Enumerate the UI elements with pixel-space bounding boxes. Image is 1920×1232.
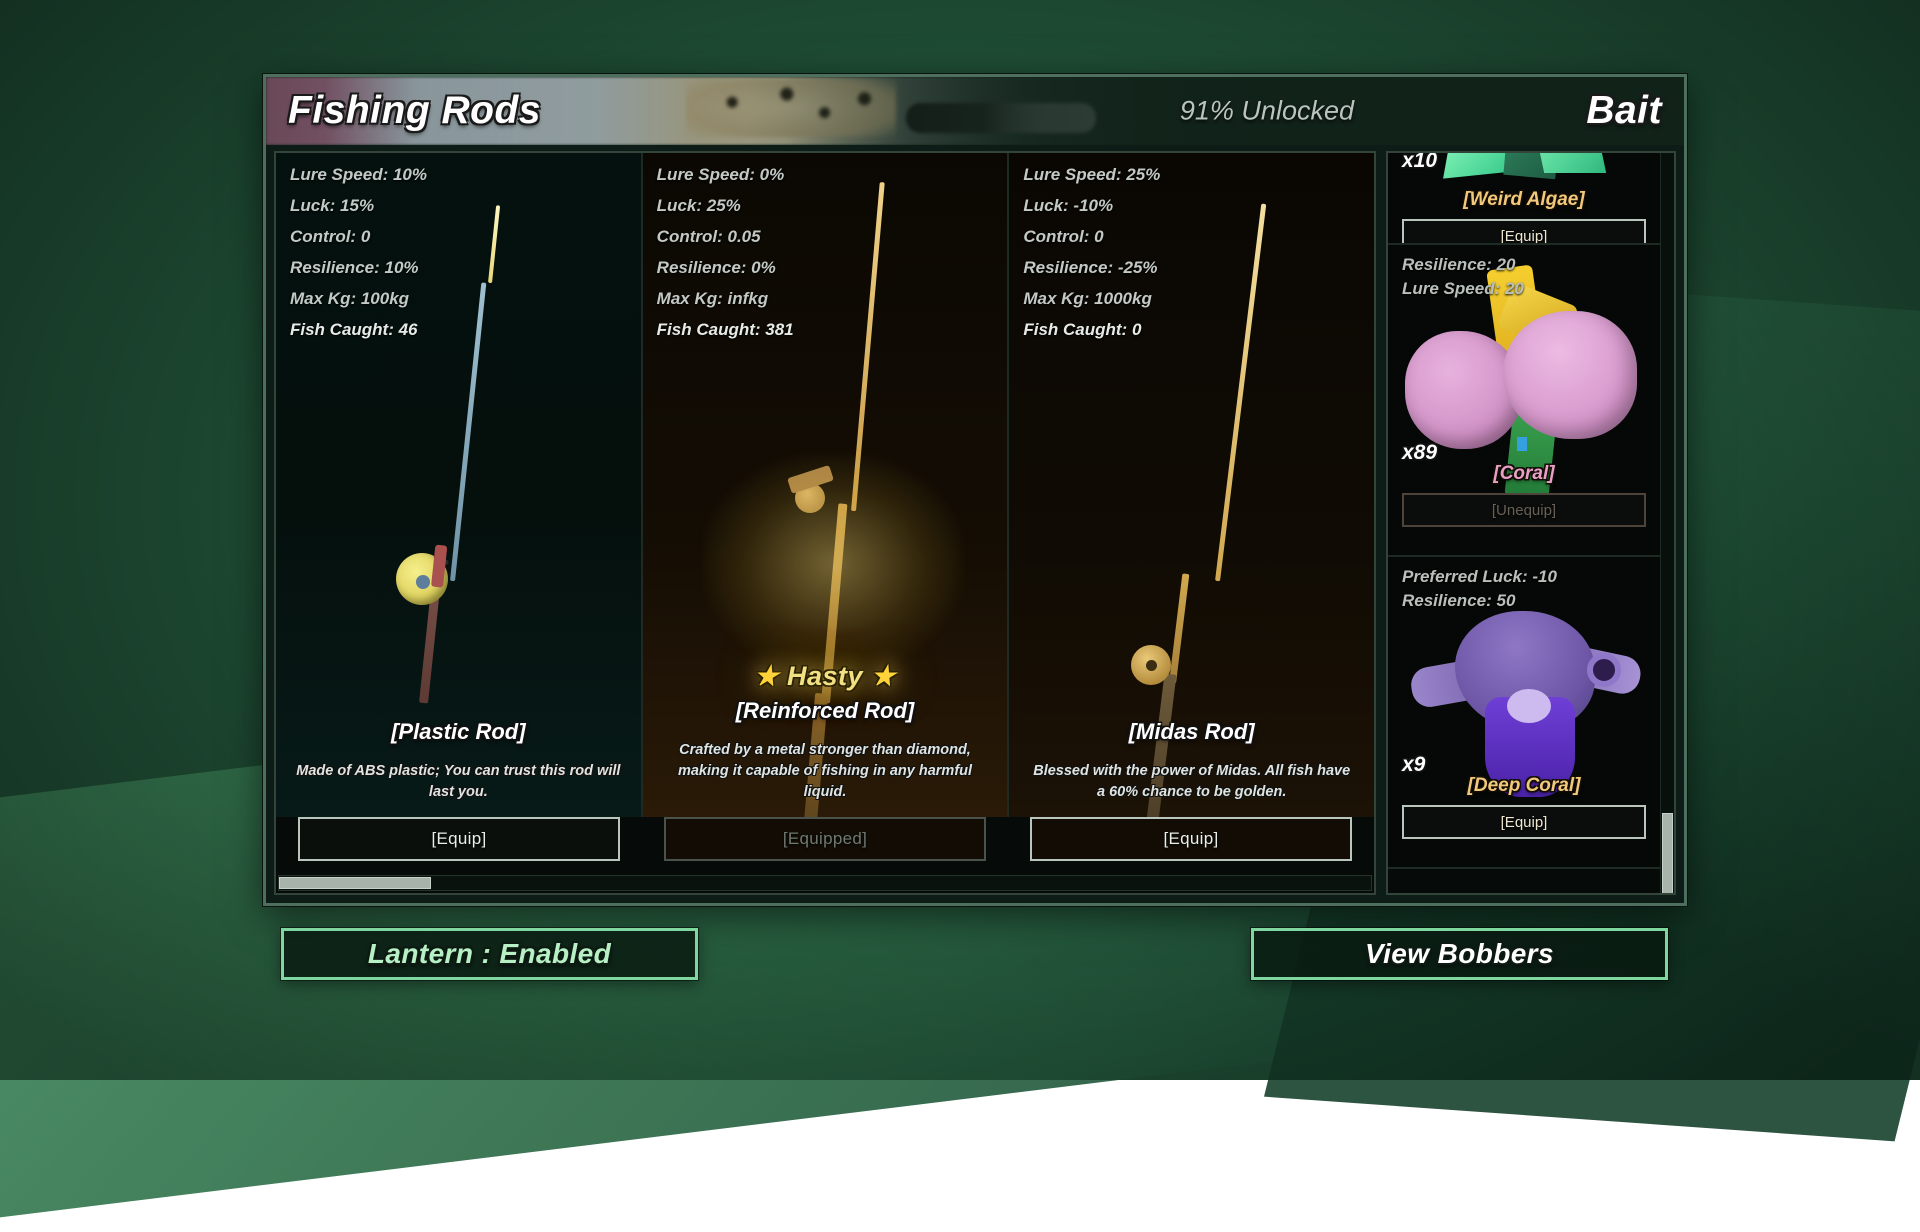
rods-scrollbar-thumb[interactable] [279,877,431,889]
unlocked-percentage: 91% Unlocked [1180,96,1354,127]
bait-count-weird-algae: x10 [1402,153,1437,173]
stat-control: Control: 0.05 [657,227,994,247]
bait-count-coral: x89 [1402,441,1437,465]
stat-resilience: Resilience: 20 [1402,255,1646,275]
bait-stats-coral: Resilience: 20 Lure Speed: 20 [1402,255,1646,299]
rod-reel-bracket [787,465,834,494]
page-title-bait: Bait [1586,89,1662,133]
bait-count-deep-coral: x9 [1402,753,1425,777]
view-bobbers-label: View Bobbers [1365,938,1554,970]
rod-description-plastic: Made of ABS plastic; You can trust this … [290,761,627,803]
lantern-toggle-button[interactable]: Lantern : Enabled [281,928,698,980]
bait-scrollbar-thumb[interactable] [1662,813,1673,895]
hasty-glow [703,453,963,673]
rod-reel-center [416,575,430,589]
rod-footer-plastic: [Plastic Rod] Made of ABS plastic; You c… [290,719,627,803]
bait-item-coral[interactable]: Resilience: 20 Lure Speed: 20 x89 [Coral… [1388,245,1660,557]
bait-list: x10 [Weird Algae] [Equip] Res [1388,153,1660,893]
bait-item-deep-coral[interactable]: Preferred Luck: -10 Resilience: 50 x9 [D… [1388,557,1660,869]
rod-reel-handle [433,554,449,566]
stat-preferred-luck: Preferred Luck: -10 [1402,567,1646,587]
bait-stats-deep-coral: Preferred Luck: -10 Resilience: 50 [1402,567,1646,611]
bait-vertical-scrollbar[interactable] [1660,153,1674,893]
page-title-fishing-rods: Fishing Rods [288,89,541,133]
rod-stats-reinforced: Lure Speed: 0% Luck: 25% Control: 0.05 R… [657,165,994,340]
stat-fish-caught: Fish Caught: 0 [1023,320,1360,340]
rod-equip-button-row: [Equip] [Equipped] [Equip] [276,817,1374,875]
rod-card-plastic[interactable]: Lure Speed: 10% Luck: 15% Control: 0 Res… [276,153,643,817]
rod-description-reinforced: Crafted by a metal stronger than diamond… [657,740,994,803]
bait-panel: x10 [Weird Algae] [Equip] Res [1386,151,1676,895]
equip-cell-reinforced: [Equipped] [642,817,1008,861]
star-icon-right: ★ [871,661,896,691]
rod-reel [795,483,825,513]
equip-button-weird-algae[interactable]: [Equip] [1402,219,1646,245]
rod-reel [1131,645,1171,685]
rod-enchant-badge: ★ Hasty ★ [657,661,994,692]
equip-button-plastic-rod[interactable]: [Equip] [298,817,620,861]
stat-max-kg: Max Kg: 100kg [290,289,627,309]
rod-name-plastic: [Plastic Rod] [290,719,627,745]
bait-name-coral: [Coral] [1402,463,1646,485]
stat-max-kg: Max Kg: infkg [657,289,994,309]
rod-reel [396,553,448,605]
stat-resilience: Resilience: 50 [1402,591,1646,611]
equipped-button-reinforced-rod[interactable]: [Equipped] [664,817,986,861]
rod-card-midas[interactable]: Lure Speed: 25% Luck: -10% Control: 0 Re… [1009,153,1374,817]
stat-luck: Luck: 15% [290,196,627,216]
lantern-toggle-label: Lantern : Enabled [368,938,611,970]
rod-footer-reinforced: ★ Hasty ★ [Reinforced Rod] Crafted by a … [657,661,994,803]
rod-name-midas: [Midas Rod] [1023,719,1360,745]
bait-name-deep-coral: [Deep Coral] [1402,775,1646,797]
equip-button-midas-rod[interactable]: [Equip] [1030,817,1352,861]
stat-luck: Luck: 25% [657,196,994,216]
stat-control: Control: 0 [1023,227,1360,247]
window-header: Fishing Rods 91% Unlocked Bait [266,77,1684,145]
view-bobbers-button[interactable]: View Bobbers [1251,928,1668,980]
unequip-button-coral[interactable]: [Unequip] [1402,493,1646,527]
rod-footer-midas: [Midas Rod] Blessed with the power of Mi… [1023,719,1360,803]
stat-luck: Luck: -10% [1023,196,1360,216]
star-icon-left: ★ [754,661,779,691]
stat-lure-speed: Lure Speed: 20 [1402,279,1646,299]
rod-body [1169,573,1189,683]
stat-lure-speed: Lure Speed: 0% [657,165,994,185]
stat-resilience: Resilience: 10% [290,258,627,278]
stat-fish-caught: Fish Caught: 381 [657,320,994,340]
bait-item-weird-algae[interactable]: x10 [Weird Algae] [Equip] [1388,153,1660,245]
fishing-rods-region: Lure Speed: 10% Luck: 15% Control: 0 Res… [274,151,1376,895]
equip-button-deep-coral[interactable]: [Equip] [1402,805,1646,839]
rod-description-midas: Blessed with the power of Midas. All fis… [1023,761,1360,803]
enchant-label: Hasty [787,661,863,691]
equip-cell-midas: [Equip] [1008,817,1374,861]
stat-lure-speed: Lure Speed: 10% [290,165,627,185]
stat-lure-speed: Lure Speed: 25% [1023,165,1360,185]
stat-resilience: Resilience: 0% [657,258,994,278]
fishing-rods-list: Lure Speed: 10% Luck: 15% Control: 0 Res… [276,153,1374,817]
rod-reel-center [1146,660,1157,671]
stat-control: Control: 0 [290,227,627,247]
equip-cell-plastic: [Equip] [276,817,642,861]
rod-stats-midas: Lure Speed: 25% Luck: -10% Control: 0 Re… [1023,165,1360,340]
stat-max-kg: Max Kg: 1000kg [1023,289,1360,309]
rod-reel-collar [431,545,447,588]
rod-name-reinforced: [Reinforced Rod] [657,698,994,724]
stat-fish-caught: Fish Caught: 46 [290,320,627,340]
window-body: Lure Speed: 10% Luck: 15% Control: 0 Res… [266,145,1684,903]
inventory-window: Fishing Rods 91% Unlocked Bait [263,74,1687,906]
rod-grip [419,573,442,703]
rods-horizontal-scrollbar[interactable] [278,875,1372,891]
rod-stats-plastic: Lure Speed: 10% Luck: 15% Control: 0 Res… [290,165,627,340]
bait-name-weird-algae: [Weird Algae] [1402,189,1646,211]
stat-resilience: Resilience: -25% [1023,258,1360,278]
rod-card-reinforced[interactable]: Lure Speed: 0% Luck: 25% Control: 0.05 R… [643,153,1010,817]
